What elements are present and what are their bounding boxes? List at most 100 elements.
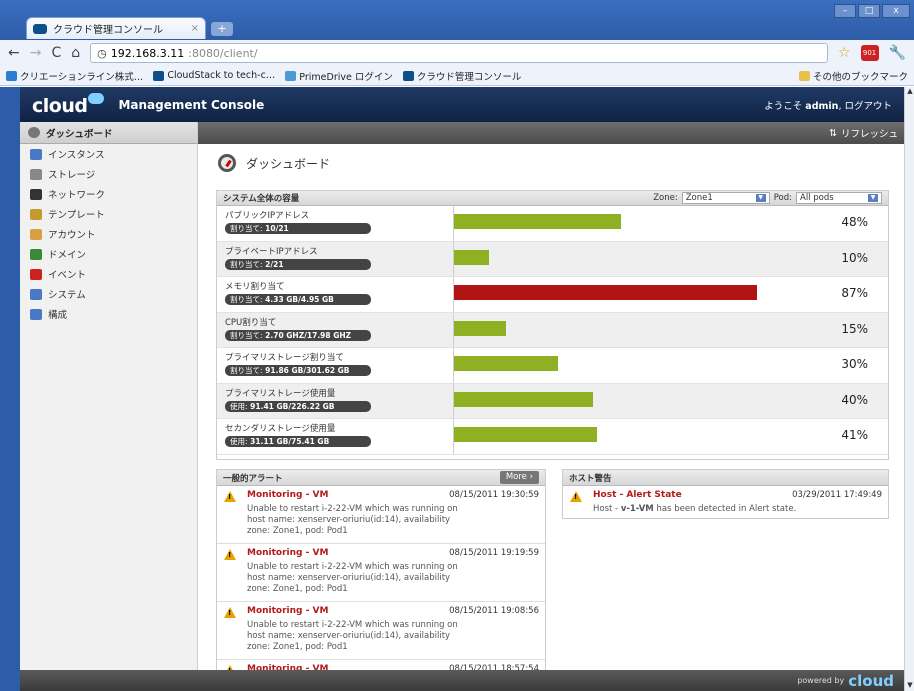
capacity-bar (454, 391, 593, 407)
alert-description: Host - v-1-VM has been detected in Alert… (593, 504, 882, 515)
bookmark-item[interactable]: クラウド管理コンソール (402, 69, 521, 83)
maximize-icon[interactable]: □ (858, 4, 880, 18)
sidebar-item-label: ネットワーク (48, 190, 106, 201)
refresh-icon[interactable]: ⇅ (829, 128, 837, 139)
cloud-logo: cloud (32, 92, 105, 117)
footer-cloud-logo: cloud (848, 671, 894, 690)
sidebar-item-domain[interactable]: ドメイン (20, 244, 197, 264)
zone-value: Zone1 (685, 193, 713, 203)
alert-item[interactable]: Monitoring - VM08/15/2011 19:19:59Unable… (217, 544, 545, 602)
sidebar-item-label: インスタンス (48, 150, 105, 161)
capacity-percent: 87% (841, 286, 868, 300)
app: クラウド管理コンソール × + – □ x ← → C ⌂ ◷ 192.168.… (0, 0, 914, 691)
alert-description: Unable to restart i-2-22-VM which was ru… (247, 620, 458, 652)
cloud-icon (88, 92, 105, 104)
bookmark-item[interactable]: CloudStack to tech-c… (153, 70, 275, 81)
sidebar-item-storage[interactable]: ストレージ (20, 164, 197, 184)
usage-label: 割り当て: (230, 366, 263, 375)
system-icon (30, 288, 42, 300)
capacity-percent: 48% (841, 215, 868, 229)
usage-label: 割り当て: (230, 295, 263, 304)
sidebar-item-template[interactable]: テンプレート (20, 204, 197, 224)
alert-date: 03/29/2011 17:49:49 (792, 490, 882, 500)
alert-date: 08/15/2011 19:19:59 (449, 548, 539, 558)
bookmark-favicon-icon (285, 70, 297, 81)
capacity-row: プライマリストレージ割り当て 割り当て: 91.86 GB/301.62 GB 30… (217, 348, 888, 384)
extension-badge-icon[interactable]: 901 (860, 45, 879, 61)
capacity-heading: システム全体の容量 (223, 194, 300, 204)
sidebar-item-config[interactable]: 構成 (20, 304, 197, 324)
bookmark-item[interactable]: PrimeDrive ログイン (285, 69, 393, 83)
forward-icon[interactable]: → (30, 45, 42, 61)
capacity-bar (454, 356, 558, 371)
capacity-percent: 10% (841, 250, 868, 265)
tab-favicon-icon (33, 23, 47, 34)
sidebar-item-system[interactable]: システム (20, 284, 197, 304)
tab-title: クラウド管理コンソール (53, 25, 163, 36)
other-bookmarks[interactable]: その他のブックマーク (798, 69, 908, 83)
bookmark-item[interactable]: クリエーションライン株式… (6, 69, 143, 83)
address-bar: ← → C ⌂ ◷ 192.168.3.11:8080/client/ ☆ 90… (0, 40, 914, 66)
capacity-bar-track (453, 383, 801, 418)
domain-icon (30, 248, 42, 260)
capacity-bar (454, 249, 489, 265)
other-bookmarks-label: その他のブックマーク (812, 71, 908, 83)
sidebar-item-instance[interactable]: インスタンス (20, 144, 197, 164)
scroll-down-icon[interactable]: ▼ (905, 681, 914, 691)
sidebar-item-account[interactable]: アカウント (20, 224, 197, 244)
page-icon: ◷ (97, 46, 107, 60)
alert-item[interactable]: Monitoring - VM08/15/2011 19:30:59Unable… (217, 486, 545, 544)
more-button[interactable]: More › (499, 471, 539, 484)
page-scrollbar[interactable]: ▲ ▼ (904, 87, 914, 691)
alert-description: Unable to restart i-2-22-VM which was ru… (247, 504, 458, 536)
capacity-label: セカンダリストレージ使用量 (225, 424, 336, 434)
bookmarks-bar: クリエーションライン株式… CloudStack to tech-c… Prim… (0, 66, 914, 86)
minimize-icon[interactable]: – (834, 4, 856, 18)
new-tab-button[interactable]: + (211, 22, 233, 36)
browser-tab[interactable]: クラウド管理コンソール × (26, 17, 206, 39)
sidebar-item-event[interactable]: イベント (20, 264, 197, 284)
storage-icon (30, 168, 42, 180)
capacity-bar-track (453, 348, 801, 383)
general-alerts-panel: 一般的アラート More › Monitoring - VM08/15/2011… (216, 469, 546, 670)
tab-close-icon[interactable]: × (191, 23, 199, 34)
sidebar-item-label: テンプレート (48, 210, 105, 221)
capacity-percent: 15% (841, 321, 868, 336)
window-controls: – □ x (834, 4, 910, 18)
alert-item[interactable]: Monitoring - VM08/15/2011 19:08:56Unable… (217, 602, 545, 660)
sidebar-item-label: アカウント (48, 230, 96, 241)
bookmark-star-icon[interactable]: ☆ (838, 45, 851, 61)
capacity-row: プライベートIPアドレス 割り当て: 2/21 10% (217, 241, 888, 277)
zone-label: Zone: (653, 193, 678, 203)
pod-select[interactable]: All pods ▼ (796, 192, 882, 204)
account-icon (30, 228, 42, 240)
capacity-row: パブリックIPアドレス 割り当て: 10/21 48% (217, 206, 888, 242)
host-alert-item[interactable]: Host - Alert State 03/29/2011 17:49:49 H… (563, 486, 888, 518)
capacity-bar (454, 320, 506, 336)
capacity-usage-pill: 割り当て: 91.86 GB/301.62 GB (225, 365, 371, 376)
warning-icon (224, 491, 236, 502)
usage-value: 91.86 GB/301.62 GB (265, 366, 350, 375)
url-input[interactable]: ◷ 192.168.3.11:8080/client/ (90, 43, 828, 63)
reload-icon[interactable]: C (51, 45, 61, 61)
alert-item[interactable]: Monitoring - VM08/15/2011 18:57:54 (217, 660, 545, 670)
capacity-row: セカンダリストレージ使用量 使用: 31.11 GB/75.41 GB 41% (217, 419, 888, 455)
sidebar-item-dashboard[interactable]: ダッシュボード (20, 122, 197, 144)
capacity-row: CPU割り当て 割り当て: 2.70 GHZ/17.98 GHZ 15% (217, 312, 888, 348)
close-window-icon[interactable]: x (882, 4, 910, 18)
capacity-label: プライベートIPアドレス (225, 246, 318, 257)
wrench-icon[interactable]: 🔧 (889, 45, 906, 61)
logout-link[interactable]: ログアウト (844, 101, 892, 112)
folder-icon (798, 70, 810, 81)
config-icon (30, 308, 42, 320)
home-icon[interactable]: ⌂ (71, 45, 80, 61)
zone-select[interactable]: Zone1 ▼ (681, 192, 770, 204)
scroll-up-icon[interactable]: ▲ (905, 87, 914, 97)
capacity-usage-pill: 割り当て: 4.33 GB/4.95 GB (225, 294, 371, 305)
capacity-usage-pill: 割り当て: 2/21 (225, 258, 371, 270)
capacity-bar (454, 285, 757, 300)
refresh-button[interactable]: リフレッシュ (841, 126, 898, 140)
alert-desc-prefix: Host - (593, 504, 621, 514)
back-icon[interactable]: ← (8, 45, 20, 61)
sidebar-item-network[interactable]: ネットワーク (20, 184, 197, 204)
